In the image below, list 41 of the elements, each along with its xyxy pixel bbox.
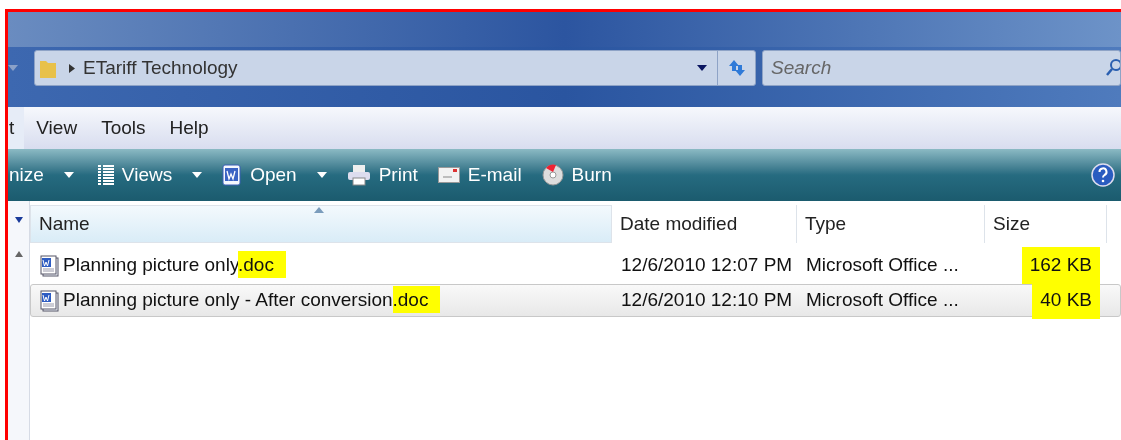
toolbar-button[interactable]: Open [212,155,337,195]
address-path: ETariff Technology [83,55,238,80]
toolbar-button[interactable]: E-mail [427,155,532,195]
table-cell-text: Microsoft Office ... [805,288,960,313]
table-cell-text: 12/6/2010 12:07 PM [620,253,794,278]
table-cell: 40 KB [1032,282,1100,319]
file-name: Planning picture only - After conversion.doc [63,286,441,315]
caret-icon [8,65,18,71]
menu-item[interactable]: Help [157,107,221,149]
refresh-icon [726,58,747,78]
caret-icon [192,172,203,178]
scroll-up-icon [14,251,23,257]
toolbar-button[interactable]: Print [336,155,428,195]
caret-icon [697,65,707,71]
file-row[interactable]: Planning picture only - After conversion.doc 12/6/2010 12:10 PM Microsoft Office ... 40 KB [30,284,1121,317]
printer-icon [346,164,371,186]
address-field[interactable]: ETariff Technology [34,50,756,86]
caret-icon [316,172,327,178]
table-cell-text: 12/6/2010 12:10 PM [620,288,794,313]
menu-item[interactable]: Tools [89,107,158,149]
list-view-icon [97,164,114,186]
document-icon [39,254,61,277]
document-icon [39,289,61,312]
toolbar-button[interactable]: nize [8,155,88,195]
table-cell-text: Microsoft Office ... [805,253,960,278]
search-input[interactable]: Search [771,53,1106,83]
caret-icon [63,172,74,178]
toolbar-button[interactable]: Views [87,155,213,195]
table-cell: 162 KB [1021,247,1100,284]
menu-item[interactable]: View [24,107,90,149]
search-field[interactable]: Search [762,50,1121,86]
column-header[interactable]: Name [30,205,612,243]
toolbar-button[interactable]: Burn [531,155,622,195]
help-icon[interactable] [1091,163,1115,187]
envelope-icon [437,167,460,183]
document-icon [222,164,243,186]
disc-icon [541,164,564,186]
caret-icon [14,217,23,223]
breadcrumb-arrow-icon [69,63,75,73]
menu-item[interactable]: t [8,107,25,149]
search-icon [1106,58,1120,78]
